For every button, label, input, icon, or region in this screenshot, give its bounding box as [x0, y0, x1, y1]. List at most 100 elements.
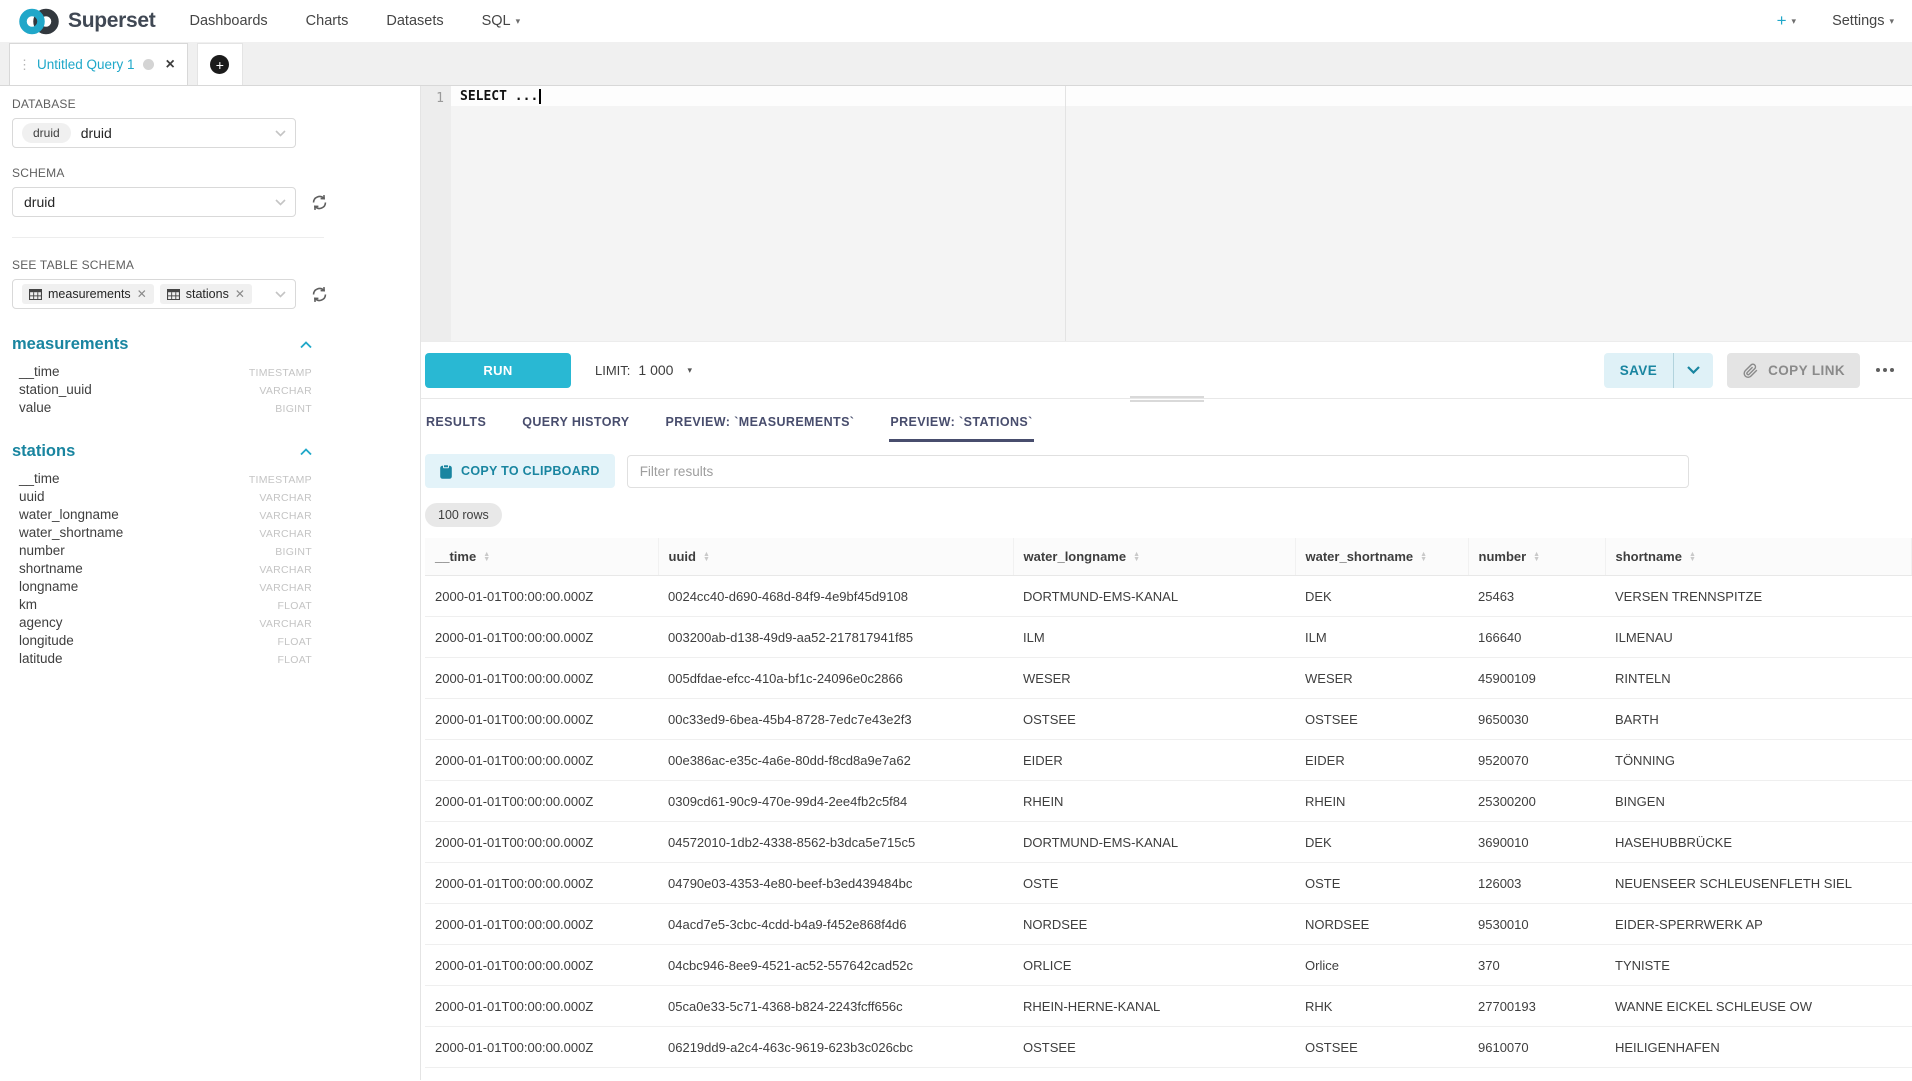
- navbar: Superset Dashboards Charts Datasets SQL▾…: [0, 0, 1912, 42]
- cell-water-shortname: WESER: [1295, 658, 1468, 699]
- pane-resize-handle[interactable]: [1130, 394, 1204, 404]
- chevron-down-icon: ▾: [1792, 16, 1797, 27]
- chevron-down-icon: ▾: [516, 16, 521, 27]
- cell-water-shortname: RHEIN: [1295, 781, 1468, 822]
- drag-grip-icon[interactable]: ⋮: [18, 57, 29, 73]
- cell-water-longname: EIDER: [1013, 740, 1295, 781]
- column-header[interactable]: water_shortname ▲▼: [1295, 538, 1468, 576]
- cell-time: 2000-01-01T00:00:00.000Z: [425, 904, 658, 945]
- editor-toolbar: RUN LIMIT: 1 000 ▾ SAVE: [421, 342, 1912, 399]
- nav-item-datasets[interactable]: Datasets: [386, 13, 443, 29]
- cell-water-shortname: NORDSEE: [1295, 904, 1468, 945]
- cell-shortname: HEILIGENHAFEN: [1605, 1027, 1912, 1068]
- tab-preview-measurements[interactable]: PREVIEW: `MEASUREMENTS`: [665, 411, 856, 442]
- sql-code: SELECT ...: [460, 89, 538, 104]
- sort-icon[interactable]: ▲▼: [483, 552, 490, 562]
- schema-column-row: value BIGINT: [12, 398, 312, 416]
- table-row: 2000-01-01T00:00:00.000Z 04572010-1db2-4…: [425, 822, 1912, 863]
- sort-icon[interactable]: ▲▼: [1420, 552, 1427, 562]
- cell-time: 2000-01-01T00:00:00.000Z: [425, 945, 658, 986]
- save-button[interactable]: SAVE: [1604, 363, 1673, 378]
- save-chevron-down-icon[interactable]: [1674, 366, 1713, 374]
- refresh-schemas-icon[interactable]: [310, 193, 329, 212]
- cell-time: 2000-01-01T00:00:00.000Z: [425, 863, 658, 904]
- cell-uuid: 00c33ed9-6bea-45b4-8728-7edc7e43e2f3: [658, 699, 1013, 740]
- cell-time: 2000-01-01T00:00:00.000Z: [425, 658, 658, 699]
- sort-icon[interactable]: ▲▼: [1133, 552, 1140, 562]
- cell-shortname: BINGEN: [1605, 781, 1912, 822]
- cell-shortname: WANNE EICKEL SCHLEUSE OW: [1605, 986, 1912, 1027]
- schema-select[interactable]: druid: [12, 187, 296, 217]
- column-header[interactable]: __time ▲▼: [425, 538, 658, 576]
- schema-column-row: __time TIMESTAMP: [12, 362, 312, 380]
- sort-icon[interactable]: ▲▼: [1533, 552, 1540, 562]
- paperclip-icon: [1742, 362, 1759, 379]
- tab-preview-stations[interactable]: PREVIEW: `STATIONS`: [889, 411, 1033, 442]
- tab-query-history[interactable]: QUERY HISTORY: [521, 411, 630, 442]
- limit-dropdown[interactable]: LIMIT: 1 000 ▾: [595, 362, 692, 378]
- cell-water-shortname: OSTSEE: [1295, 699, 1468, 740]
- database-badge: druid: [22, 123, 71, 143]
- cell-uuid: 04acd7e5-3cbc-4cdd-b4a9-f452e868f4d6: [658, 904, 1013, 945]
- table-row: 2000-01-01T00:00:00.000Z 0024cc40-d690-4…: [425, 576, 1912, 617]
- collapse-chevron-up-icon[interactable]: [300, 341, 312, 349]
- cell-shortname: TÖNNING: [1605, 740, 1912, 781]
- table-row: 2000-01-01T00:00:00.000Z 05ca0e33-5c71-4…: [425, 986, 1912, 1027]
- cell-uuid: 04cbc946-8ee9-4521-ac52-557642cad52c: [658, 945, 1013, 986]
- column-header[interactable]: shortname ▲▼: [1605, 538, 1912, 576]
- column-header[interactable]: water_longname ▲▼: [1013, 538, 1295, 576]
- cell-water-longname: WESER: [1013, 658, 1295, 699]
- table-multiselect[interactable]: measurements ✕ stations ✕: [12, 279, 296, 309]
- query-tab-untitled[interactable]: ⋮ Untitled Query 1 ×: [9, 43, 188, 85]
- cell-time: 2000-01-01T00:00:00.000Z: [425, 576, 658, 617]
- database-label: DATABASE: [12, 97, 312, 111]
- column-header[interactable]: number ▲▼: [1468, 538, 1605, 576]
- cell-water-shortname: Orlice: [1295, 945, 1468, 986]
- table-tag-stations[interactable]: stations ✕: [160, 284, 252, 304]
- table-row: 2000-01-01T00:00:00.000Z 00c33ed9-6bea-4…: [425, 699, 1912, 740]
- cell-water-longname: RHEIN-HERNE-KANAL: [1013, 986, 1295, 1027]
- run-button[interactable]: RUN: [425, 353, 571, 388]
- line-number: 1: [421, 89, 444, 108]
- nav-item-sql[interactable]: SQL▾: [482, 13, 521, 29]
- table-tag-measurements[interactable]: measurements ✕: [22, 284, 154, 304]
- superset-logo[interactable]: Superset: [18, 8, 155, 35]
- save-split-button[interactable]: SAVE: [1604, 353, 1713, 388]
- database-select[interactable]: druid druid: [12, 118, 296, 148]
- copy-link-button[interactable]: COPY LINK: [1727, 353, 1860, 388]
- table-row: 2000-01-01T00:00:00.000Z 0309cd61-90c9-4…: [425, 781, 1912, 822]
- close-tab-icon[interactable]: ×: [166, 57, 175, 73]
- settings-menu[interactable]: Settings▾: [1832, 13, 1894, 29]
- schema-column-row: longitude FLOAT: [12, 631, 312, 649]
- sort-icon[interactable]: ▲▼: [1689, 552, 1696, 562]
- cell-time: 2000-01-01T00:00:00.000Z: [425, 822, 658, 863]
- cell-shortname: BARTH: [1605, 699, 1912, 740]
- more-options-button[interactable]: [1874, 362, 1896, 378]
- cell-shortname: NEUENSEER SCHLEUSENFLETH SIEL: [1605, 863, 1912, 904]
- schema-column-row: number BIGINT: [12, 541, 312, 559]
- cell-shortname: TYNISTE: [1605, 945, 1912, 986]
- remove-tag-icon[interactable]: ✕: [137, 287, 147, 301]
- table-name: stations: [12, 442, 75, 461]
- schema-column-row: station_uuid VARCHAR: [12, 380, 312, 398]
- filter-results-input[interactable]: [627, 455, 1689, 488]
- nav-item-dashboards[interactable]: Dashboards: [189, 13, 267, 29]
- new-item-button[interactable]: +▾: [1777, 11, 1796, 31]
- table-schema-stations: stations __time TIMESTAMP uuid: [12, 442, 312, 667]
- table-row: 2000-01-01T00:00:00.000Z 003200ab-d138-4…: [425, 617, 1912, 658]
- new-query-tab-button[interactable]: +: [197, 43, 243, 85]
- refresh-tables-icon[interactable]: [310, 285, 329, 304]
- cell-water-longname: NORDSEE: [1013, 904, 1295, 945]
- column-header[interactable]: uuid ▲▼: [658, 538, 1013, 576]
- sql-editor[interactable]: 1 SELECT ...: [421, 86, 1912, 342]
- nav-item-charts[interactable]: Charts: [306, 13, 349, 29]
- table-grid-icon: [29, 289, 42, 300]
- copy-to-clipboard-button[interactable]: COPY TO CLIPBOARD: [425, 454, 615, 488]
- remove-tag-icon[interactable]: ✕: [235, 287, 245, 301]
- collapse-chevron-up-icon[interactable]: [300, 448, 312, 456]
- sort-icon[interactable]: ▲▼: [703, 552, 710, 562]
- tab-results[interactable]: RESULTS: [425, 411, 487, 442]
- cell-water-shortname: EIDER: [1295, 740, 1468, 781]
- cell-time: 2000-01-01T00:00:00.000Z: [425, 699, 658, 740]
- cell-water-longname: OSTSEE: [1013, 699, 1295, 740]
